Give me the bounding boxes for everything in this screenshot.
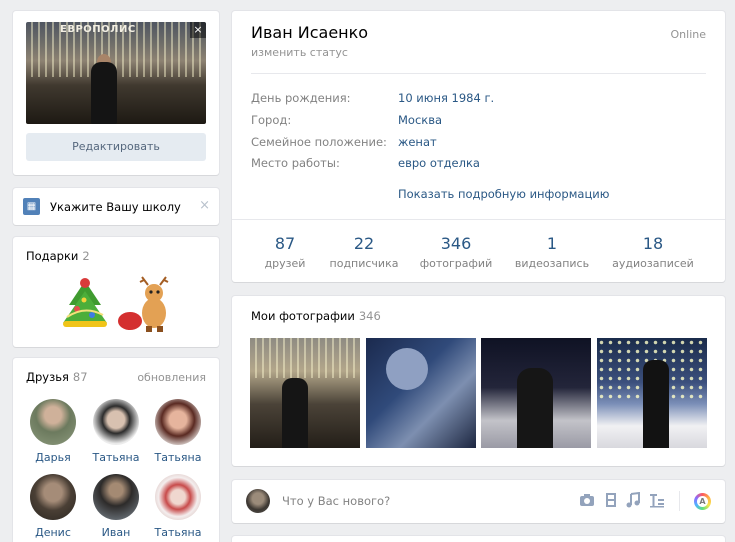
profile-info-card: Иван Исаенко изменить статус Online День… <box>232 11 725 282</box>
avatar <box>155 399 201 445</box>
friend-item[interactable]: Иван <box>86 474 146 539</box>
photo-person <box>282 378 308 448</box>
school-icon: ▦ <box>23 198 40 215</box>
new-post-card: Что у Вас нового? A <box>232 480 725 523</box>
avatar <box>246 489 270 513</box>
avatar <box>93 474 139 520</box>
photo-thumbnail[interactable] <box>366 338 476 448</box>
article-icon[interactable] <box>649 492 665 508</box>
friends-title: Друзья <box>26 370 69 384</box>
photo-thumbnail[interactable] <box>597 338 707 448</box>
friend-item[interactable]: Татьяна <box>86 399 146 464</box>
divider <box>679 491 680 511</box>
divider <box>251 73 706 74</box>
counter-value: 1 <box>546 234 558 253</box>
christmas-tree-gift-icon[interactable] <box>57 275 113 331</box>
photo-person <box>91 62 117 124</box>
workplace-label: Место работы: <box>251 156 340 170</box>
counter-label: фотографий <box>419 257 493 270</box>
video-icon[interactable] <box>603 492 619 508</box>
photo-thumbnail[interactable] <box>250 338 360 448</box>
friend-name: Татьяна <box>92 451 140 464</box>
relationship-value[interactable]: женат <box>398 135 437 149</box>
close-icon[interactable]: × <box>190 22 206 38</box>
counter-value: 22 <box>353 234 375 253</box>
profile-photo[interactable]: ЕВРОПОЛИС × <box>26 22 206 124</box>
birthday-label: День рождения: <box>251 91 351 105</box>
gifts-title: Подарки <box>26 249 79 263</box>
show-more-info-link[interactable]: Показать подробную информацию <box>398 187 609 201</box>
close-icon[interactable]: × <box>199 198 210 213</box>
friend-name: Дарья <box>35 451 71 464</box>
counter-videos[interactable]: 1 видеозапись <box>504 234 600 270</box>
friends-header[interactable]: Друзья 87 <box>26 370 88 384</box>
photos-header[interactable]: Мои фотографии 346 <box>251 309 381 323</box>
camera-icon[interactable] <box>579 492 595 508</box>
photo-thumbnail[interactable] <box>481 338 591 448</box>
counter-label: видеозапись <box>514 257 590 270</box>
friend-item[interactable]: Татьяна <box>148 399 208 464</box>
photo-person <box>517 368 553 448</box>
gifts-count: 2 <box>82 249 90 263</box>
friend-item[interactable]: Татьяна <box>148 474 208 539</box>
friend-name: Татьяна <box>154 451 202 464</box>
city-label: Город: <box>251 113 292 127</box>
avatar <box>30 474 76 520</box>
photos-card: Мои фотографии 346 <box>232 296 725 466</box>
counter-value: 346 <box>440 234 472 253</box>
online-status: Online <box>670 28 706 41</box>
relationship-label: Семейное положение: <box>251 135 387 149</box>
counter-audio[interactable]: 18 аудиозаписей <box>605 234 701 270</box>
avatar <box>155 474 201 520</box>
counter-label: подписчика <box>329 257 399 270</box>
post-input[interactable]: Что у Вас нового? <box>282 494 390 508</box>
birthday-value[interactable]: 10 июня 1984 г. <box>398 91 494 105</box>
counter-label: аудиозаписей <box>612 257 694 270</box>
change-status-link[interactable]: изменить статус <box>251 46 348 59</box>
gifts-header[interactable]: Подарки 2 <box>26 249 90 263</box>
photo-lights <box>250 338 360 378</box>
divider <box>232 219 725 220</box>
photo-person <box>386 348 428 390</box>
counter-followers[interactable]: 22 подписчика <box>316 234 412 270</box>
photo-person <box>643 360 669 448</box>
friend-item[interactable]: Дарья <box>23 399 83 464</box>
friend-name: Иван <box>101 526 131 539</box>
music-icon[interactable] <box>625 491 641 508</box>
gifts-card: Подарки 2 <box>13 237 219 347</box>
page-title: Иван Исаенко <box>251 23 369 42</box>
counter-value: 18 <box>642 234 664 253</box>
avatar <box>93 399 139 445</box>
friend-name: Татьяна <box>154 526 202 539</box>
friends-card: Друзья 87 обновления Дарья Татьяна Татьян… <box>13 358 219 542</box>
counter-photos[interactable]: 346 фотографий <box>408 234 504 270</box>
workplace-value[interactable]: евро отделка <box>398 156 480 170</box>
wall-card <box>232 536 725 542</box>
friends-count: 87 <box>72 370 88 384</box>
school-prompt-text[interactable]: Укажите Вашу школу <box>50 200 181 214</box>
post-settings-icon[interactable]: A <box>694 493 711 510</box>
photos-title: Мои фотографии <box>251 309 355 323</box>
school-prompt-card[interactable]: ▦ Укажите Вашу школу × <box>13 188 219 225</box>
friend-name: Денис <box>35 526 71 539</box>
friend-item[interactable]: Денис <box>23 474 83 539</box>
edit-profile-button[interactable]: Редактировать <box>26 133 206 161</box>
avatar <box>30 399 76 445</box>
photo-sign: ЕВРОПОЛИС <box>60 24 136 35</box>
avatar-card: ЕВРОПОЛИС × Редактировать <box>13 11 219 175</box>
photos-count: 346 <box>358 309 381 323</box>
reindeer-gift-icon[interactable] <box>116 275 176 333</box>
friends-updates-link[interactable]: обновления <box>137 371 206 384</box>
city-value[interactable]: Москва <box>398 113 442 127</box>
